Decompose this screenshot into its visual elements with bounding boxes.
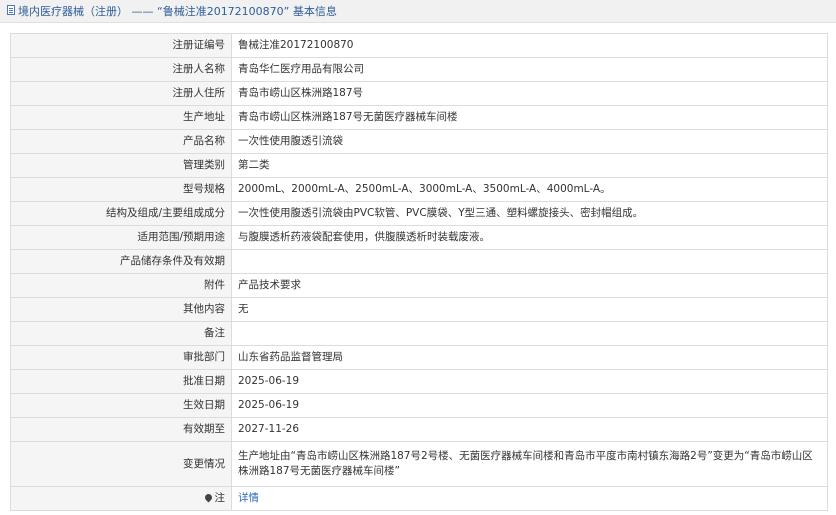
row-label: 注册证编号 — [10, 33, 232, 58]
table-row-note: 注 详情 — [10, 486, 828, 511]
row-value — [231, 321, 828, 346]
row-label: 批准日期 — [10, 369, 232, 394]
row-label: 审批部门 — [10, 345, 232, 370]
table-row-other: 其他内容 无 — [10, 297, 828, 322]
row-value: 生产地址由“青岛市崂山区株洲路187号2号楼、无菌医疗器械车间楼和青岛市平度市南… — [231, 441, 828, 487]
table-row-structure: 结构及组成/主要组成成分 一次性使用腹透引流袋由PVC软管、PVC膜袋、Y型三通… — [10, 201, 828, 226]
row-label: 管理类别 — [10, 153, 232, 178]
row-value: 一次性使用腹透引流袋 — [231, 129, 828, 154]
row-label: 其他内容 — [10, 297, 232, 322]
table-row-remarks: 备注 — [10, 321, 828, 346]
table-row-storage: 产品储存条件及有效期 — [10, 249, 828, 274]
row-value: 一次性使用腹透引流袋由PVC软管、PVC膜袋、Y型三通、塑料螺旋接头、密封帽组成… — [231, 201, 828, 226]
table-row-approval-date: 批准日期 2025-06-19 — [10, 369, 828, 394]
pin-icon — [203, 492, 213, 503]
row-value: 青岛市崂山区株洲路187号无菌医疗器械车间楼 — [231, 105, 828, 130]
table-row-model-spec: 型号规格 2000mL、2000mL-A、2500mL-A、3000mL-A、3… — [10, 177, 828, 202]
table-row-valid-until: 有效期至 2027-11-26 — [10, 417, 828, 442]
row-label: 有效期至 — [10, 417, 232, 442]
row-label: 适用范围/预期用途 — [10, 225, 232, 250]
row-value: 2025-06-19 — [231, 393, 828, 418]
table-row-registration-number: 注册证编号 鲁械注准20172100870 — [10, 33, 828, 58]
row-value: 青岛华仁医疗用品有限公司 — [231, 57, 828, 82]
row-value: 2025-06-19 — [231, 369, 828, 394]
table-row-attachment: 附件 产品技术要求 — [10, 273, 828, 298]
table-row-intended-use: 适用范围/预期用途 与腹膜透析药液袋配套使用，供腹膜透析时装载废液。 — [10, 225, 828, 250]
details-link[interactable]: 详情 — [238, 492, 259, 504]
row-value — [231, 249, 828, 274]
row-label: 注册人名称 — [10, 57, 232, 82]
info-table-container: 注册证编号 鲁械注准20172100870 注册人名称 青岛华仁医疗用品有限公司… — [10, 33, 828, 511]
row-label: 生效日期 — [10, 393, 232, 418]
row-label: 生产地址 — [10, 105, 232, 130]
row-label: 注册人住所 — [10, 81, 232, 106]
note-value-cell: 详情 — [231, 486, 828, 511]
row-value: 2000mL、2000mL-A、2500mL-A、3000mL-A、3500mL… — [231, 177, 828, 202]
table-row-management-category: 管理类别 第二类 — [10, 153, 828, 178]
page-title: 境内医疗器械（注册） —— “鲁械注准20172100870” 基本信息 — [18, 5, 337, 18]
row-label: 备注 — [10, 321, 232, 346]
row-value: 与腹膜透析药液袋配套使用，供腹膜透析时装载废液。 — [231, 225, 828, 250]
row-value: 2027-11-26 — [231, 417, 828, 442]
row-label: 结构及组成/主要组成成分 — [10, 201, 232, 226]
row-label: 产品储存条件及有效期 — [10, 249, 232, 274]
note-label-cell: 注 — [10, 486, 232, 511]
table-row-registrant-address: 注册人住所 青岛市崂山区株洲路187号 — [10, 81, 828, 106]
row-label: 型号规格 — [10, 177, 232, 202]
info-table: 注册证编号 鲁械注准20172100870 注册人名称 青岛华仁医疗用品有限公司… — [10, 33, 828, 511]
document-icon — [7, 5, 15, 15]
row-value: 山东省药品监督管理局 — [231, 345, 828, 370]
table-row-production-address: 生产地址 青岛市崂山区株洲路187号无菌医疗器械车间楼 — [10, 105, 828, 130]
row-value: 第二类 — [231, 153, 828, 178]
row-label: 附件 — [10, 273, 232, 298]
row-label: 产品名称 — [10, 129, 232, 154]
note-label: 注 — [214, 492, 226, 504]
table-row-registrant-name: 注册人名称 青岛华仁医疗用品有限公司 — [10, 57, 828, 82]
row-value: 产品技术要求 — [231, 273, 828, 298]
table-row-approval-dept: 审批部门 山东省药品监督管理局 — [10, 345, 828, 370]
table-row-change-history: 变更情况 生产地址由“青岛市崂山区株洲路187号2号楼、无菌医疗器械车间楼和青岛… — [10, 441, 828, 487]
table-row-effective-date: 生效日期 2025-06-19 — [10, 393, 828, 418]
table-row-product-name: 产品名称 一次性使用腹透引流袋 — [10, 129, 828, 154]
row-value: 无 — [231, 297, 828, 322]
row-value: 鲁械注准20172100870 — [231, 33, 828, 58]
page-header: 境内医疗器械（注册） —— “鲁械注准20172100870” 基本信息 — [0, 0, 836, 23]
row-value: 青岛市崂山区株洲路187号 — [231, 81, 828, 106]
row-label: 变更情况 — [10, 441, 232, 487]
